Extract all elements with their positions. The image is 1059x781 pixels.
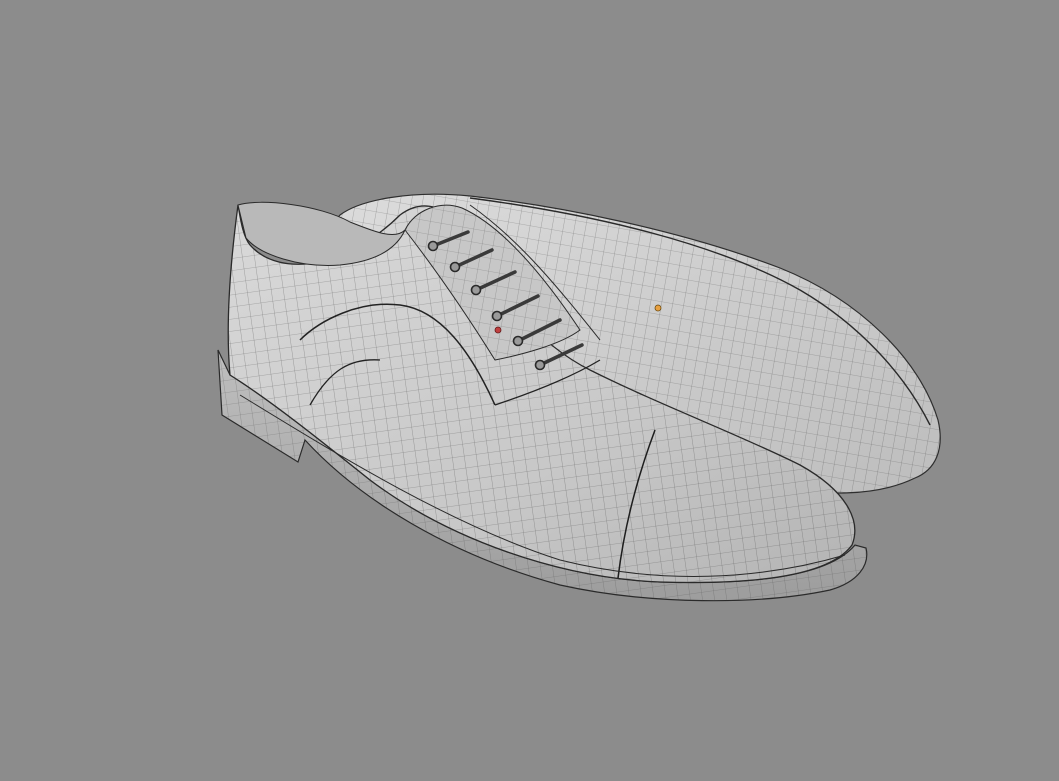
3d-viewport[interactable] <box>0 0 1059 781</box>
eyelet <box>491 310 503 322</box>
viewport-canvas[interactable] <box>0 0 1059 781</box>
selected-vertex[interactable] <box>494 326 502 334</box>
eyelet <box>449 261 461 273</box>
origin-point[interactable] <box>654 304 662 312</box>
eyelet <box>427 240 439 252</box>
eyelet <box>512 335 524 347</box>
eyelet <box>470 284 482 296</box>
eyelet <box>534 359 546 371</box>
